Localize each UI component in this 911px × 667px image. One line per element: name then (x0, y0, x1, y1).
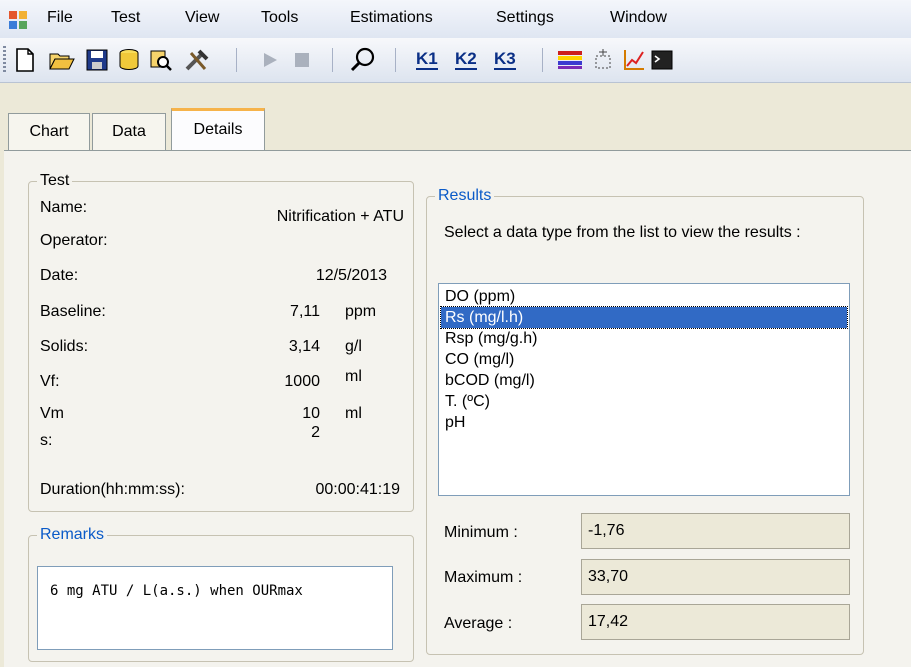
menu-file[interactable]: File (47, 9, 73, 27)
date-value: 12/5/2013 (315, 267, 387, 284)
s-label: s: (40, 432, 53, 449)
remarks-field[interactable]: 6 mg ATU / L(a.s.) when OURmax (37, 566, 393, 650)
solids-unit: g/l (345, 338, 362, 355)
vf-unit: ml (345, 368, 362, 385)
tab-details[interactable]: Details (171, 108, 265, 153)
duration-value: 00:00:41:19 (315, 481, 400, 498)
selection-icon[interactable] (589, 46, 619, 74)
k2-button[interactable]: K2 (455, 50, 477, 70)
s-value: 2 (311, 424, 320, 441)
menu-settings[interactable]: Settings (496, 9, 554, 27)
solids-label: Solids: (40, 338, 89, 355)
maximum-label: Maximum : (444, 569, 523, 586)
results-instruction: Select a data type from the list to view… (444, 224, 801, 241)
k3-button[interactable]: K3 (494, 50, 516, 70)
search-icon[interactable] (348, 46, 378, 74)
baseline-unit: ppm (345, 303, 377, 320)
average-label: Average : (444, 615, 513, 632)
open-folder-icon[interactable] (47, 46, 77, 74)
menu-tools[interactable]: Tools (261, 9, 298, 27)
menu-view[interactable]: View (185, 9, 219, 27)
list-item-temperature[interactable]: T. (ºC) (441, 391, 847, 412)
toolbar-separator (395, 48, 396, 72)
results-legend: Results (438, 187, 492, 204)
menu-window[interactable]: Window (610, 9, 667, 27)
color-bars-icon[interactable] (555, 46, 585, 74)
k1-button[interactable]: K1 (416, 50, 438, 70)
minimum-value: -1,76 (581, 513, 850, 549)
menu-estimations[interactable]: Estimations (350, 9, 433, 27)
stop-icon[interactable] (287, 46, 317, 74)
console-icon[interactable] (648, 46, 676, 74)
vm-unit: ml (345, 405, 362, 422)
average-value: 17,42 (581, 604, 850, 640)
name-label: Name: (40, 199, 88, 216)
save-disk-icon[interactable] (82, 46, 112, 74)
minimum-label: Minimum : (444, 524, 518, 541)
remarks-legend: Remarks (40, 526, 105, 543)
tools-icon[interactable] (180, 46, 214, 74)
solids-value: 3,14 (288, 338, 320, 355)
list-item-rsp[interactable]: Rsp (mg/g.h) (441, 328, 847, 349)
list-item-do[interactable]: DO (ppm) (441, 286, 847, 307)
database-icon[interactable] (114, 46, 144, 74)
list-item-bcod[interactable]: bCOD (mg/l) (441, 370, 847, 391)
test-legend: Test (40, 172, 70, 189)
menu-bar: File Test View Tools Estimations Setting… (0, 0, 911, 38)
query-icon[interactable] (146, 46, 176, 74)
vf-value: 1000 (284, 373, 320, 390)
toolbar-separator (542, 48, 543, 72)
chart-icon[interactable] (619, 46, 649, 74)
data-type-list[interactable]: DO (ppm) Rs (mg/l.h) Rsp (mg/g.h) CO (mg… (438, 283, 850, 496)
app-icon[interactable] (8, 10, 28, 30)
play-icon[interactable] (255, 46, 285, 74)
tab-chart[interactable]: Chart (8, 113, 90, 150)
baseline-label: Baseline: (40, 303, 106, 320)
list-item-rs[interactable]: Rs (mg/l.h) (440, 306, 848, 329)
toolbar-separator (332, 48, 333, 72)
operator-label: Operator: (40, 232, 108, 249)
maximum-value: 33,70 (581, 559, 850, 595)
duration-label: Duration(hh:mm:ss): (40, 481, 185, 498)
menu-test[interactable]: Test (111, 9, 140, 27)
tab-data[interactable]: Data (92, 113, 166, 150)
toolbar-grip[interactable] (3, 46, 6, 74)
list-item-ph[interactable]: pH (441, 412, 847, 433)
baseline-value: 7,11 (290, 303, 320, 320)
name-value: Nitrification + ATU (276, 208, 404, 225)
toolbar: K1 K2 K3 (0, 38, 911, 83)
date-label: Date: (40, 267, 79, 284)
vm-label: Vm (40, 405, 64, 422)
toolbar-separator (236, 48, 237, 72)
list-item-co[interactable]: CO (mg/l) (441, 349, 847, 370)
vm-value: 10 (302, 405, 320, 422)
vf-label: Vf: (40, 373, 60, 390)
new-document-icon[interactable] (10, 46, 40, 74)
